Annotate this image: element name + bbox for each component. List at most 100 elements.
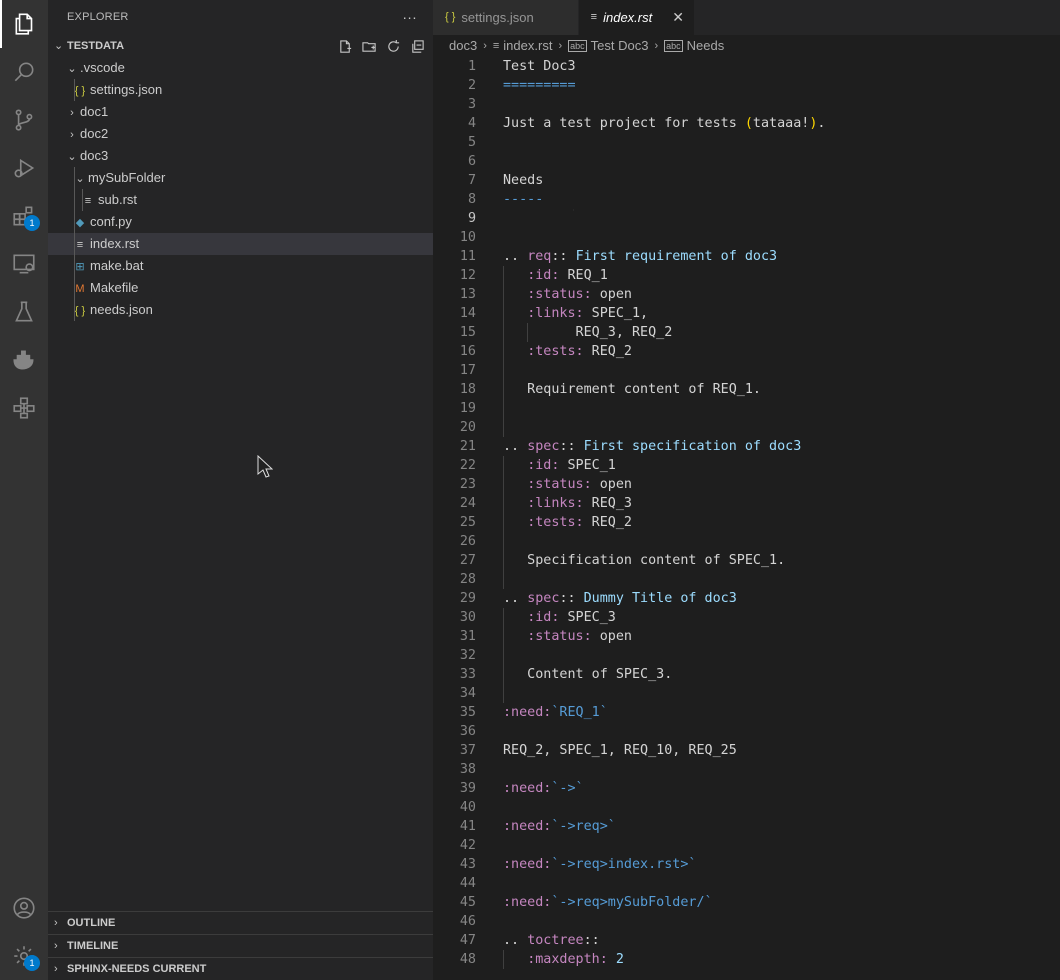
docker-icon[interactable] (0, 336, 48, 384)
line-number: 18 (459, 382, 476, 397)
tree-folder[interactable]: ⌄ mySubFolder (48, 167, 433, 189)
code-token: REQ_2, SPEC_1, REQ_10, REQ_25 (503, 743, 737, 758)
code-token: SPEC_1, (583, 306, 649, 321)
close-icon[interactable]: ✕ (672, 0, 684, 35)
code-text: :maxdepth: 2 (503, 950, 624, 969)
sphinx-needs-icon[interactable] (0, 384, 48, 432)
code-token: 2 (615, 952, 624, 967)
tree-file[interactable]: ≡ sub.rst (48, 189, 433, 211)
mouse-cursor-icon (257, 455, 273, 478)
chevron-right-icon: › (54, 917, 58, 929)
tree-file[interactable]: ⊞ make.bat (48, 255, 433, 277)
remote-explorer-icon[interactable] (0, 240, 48, 288)
code-line: 35:need:`REQ_1` (433, 703, 1060, 722)
indent-guide (503, 361, 504, 380)
tree-item-label: doc3 (80, 148, 109, 163)
code-token: :id: (527, 268, 560, 283)
tree-file[interactable]: ≡ index.rst (48, 233, 433, 255)
breadcrumb-item[interactable]: index.rst (503, 35, 552, 57)
tab-settings-json[interactable]: { } settings.json (433, 0, 579, 35)
new-folder-icon[interactable] (359, 35, 379, 57)
extensions-icon[interactable]: 1 (0, 192, 48, 240)
line-number: 2 (467, 78, 476, 93)
code-line: 36 (433, 722, 1060, 741)
run-debug-icon[interactable] (0, 144, 48, 192)
chevron-down-icon: ⌄ (67, 151, 77, 163)
workspace-name: TESTDATA (67, 40, 125, 52)
workspace-section-header[interactable]: ⌄ TESTDATA (48, 35, 433, 57)
tree-folder[interactable]: › doc2 (48, 123, 433, 145)
line-number: 37 (459, 743, 476, 758)
tree-folder[interactable]: › doc1 (48, 101, 433, 123)
line-number: 1 (467, 59, 476, 74)
timeline-section-header[interactable]: › TIMELINE (48, 934, 433, 957)
code-token: :need: (503, 857, 552, 872)
breadcrumb-item[interactable]: Test Doc3 (591, 35, 649, 57)
code-line: 39:need:`->` (433, 779, 1060, 798)
code-token: . (817, 116, 826, 131)
code-text: .. spec:: Dummy Title of doc3 (503, 589, 737, 608)
line-number: 45 (459, 895, 476, 910)
line-number: 44 (459, 876, 476, 891)
indent-guide (503, 399, 504, 418)
line-number: 9 (467, 211, 476, 226)
code-line: 29.. spec:: Dummy Title of doc3 (433, 589, 1060, 608)
tree-item-label: make.bat (90, 258, 144, 273)
tree-file[interactable]: ◆ conf.py (48, 211, 433, 233)
extensions-badge: 1 (24, 215, 40, 231)
line-number: 26 (459, 534, 476, 549)
code-text: ========= (503, 76, 576, 95)
rst-file-icon: ≡ (590, 11, 598, 23)
indent-guide (74, 233, 75, 255)
code-line: 18 Requirement content of REQ_1. (433, 380, 1060, 399)
account-icon[interactable] (0, 884, 48, 932)
breadcrumb-item[interactable]: doc3 (449, 35, 477, 57)
tree-folder[interactable]: ⌄ doc3 (48, 145, 433, 167)
more-actions-icon[interactable]: ··· (402, 0, 417, 35)
code-token: SPEC_1 (559, 458, 616, 473)
tab-index-rst[interactable]: ≡ index.rst ✕ (578, 0, 695, 35)
code-token: req (527, 249, 552, 264)
settings-gear-icon[interactable]: 1 (0, 932, 48, 980)
code-line: 41:need:`->req>` (433, 817, 1060, 836)
line-number: 14 (459, 306, 476, 321)
code-text: :id: REQ_1 (503, 266, 608, 285)
tree-file[interactable]: M Makefile (48, 277, 433, 299)
line-number: 16 (459, 344, 476, 359)
settings-badge: 1 (24, 955, 40, 971)
line-number: 4 (467, 116, 476, 131)
collapse-all-icon[interactable] (407, 35, 427, 57)
tree-folder[interactable]: ⌄ .vscode (48, 57, 433, 79)
sphinx-needs-section-header[interactable]: › SPHINX-NEEDS CURRENT (48, 957, 433, 980)
line-number: 36 (459, 724, 476, 739)
code-token: open (591, 287, 632, 302)
string-symbol-icon: abc (664, 40, 683, 52)
indent-guide (74, 189, 75, 211)
line-number: 17 (459, 363, 476, 378)
code-line: 9 (433, 209, 1060, 228)
breadcrumb-item[interactable]: Needs (687, 35, 725, 57)
line-number: 24 (459, 496, 476, 511)
code-token: REQ_1 (559, 268, 608, 283)
testing-icon[interactable] (0, 288, 48, 336)
tree-item-label: mySubFolder (88, 170, 166, 185)
refresh-icon[interactable] (383, 35, 403, 57)
source-control-icon[interactable] (0, 96, 48, 144)
tree-file[interactable]: { } settings.json (48, 79, 433, 101)
explorer-icon[interactable] (0, 0, 48, 48)
line-number: 41 (459, 819, 476, 834)
tree-file[interactable]: { } needs.json (48, 299, 433, 321)
search-icon[interactable] (0, 48, 48, 96)
new-file-icon[interactable] (335, 35, 355, 57)
code-line: 33 Content of SPEC_3. (433, 665, 1060, 684)
code-line: 24 :links: REQ_3 (433, 494, 1060, 513)
outline-section-header[interactable]: › OUTLINE (48, 911, 433, 934)
code-token: :: (583, 933, 600, 948)
code-text: :tests: REQ_2 (503, 342, 632, 361)
code-token: :maxdepth: (527, 952, 608, 967)
code-editor[interactable]: 1 Test Doc3 2 ========= 3 4 Just a test projec… (433, 57, 1060, 969)
line-number: 25 (459, 515, 476, 530)
code-token: :status: (527, 477, 592, 492)
code-line: 16 :tests: REQ_2 (433, 342, 1060, 361)
